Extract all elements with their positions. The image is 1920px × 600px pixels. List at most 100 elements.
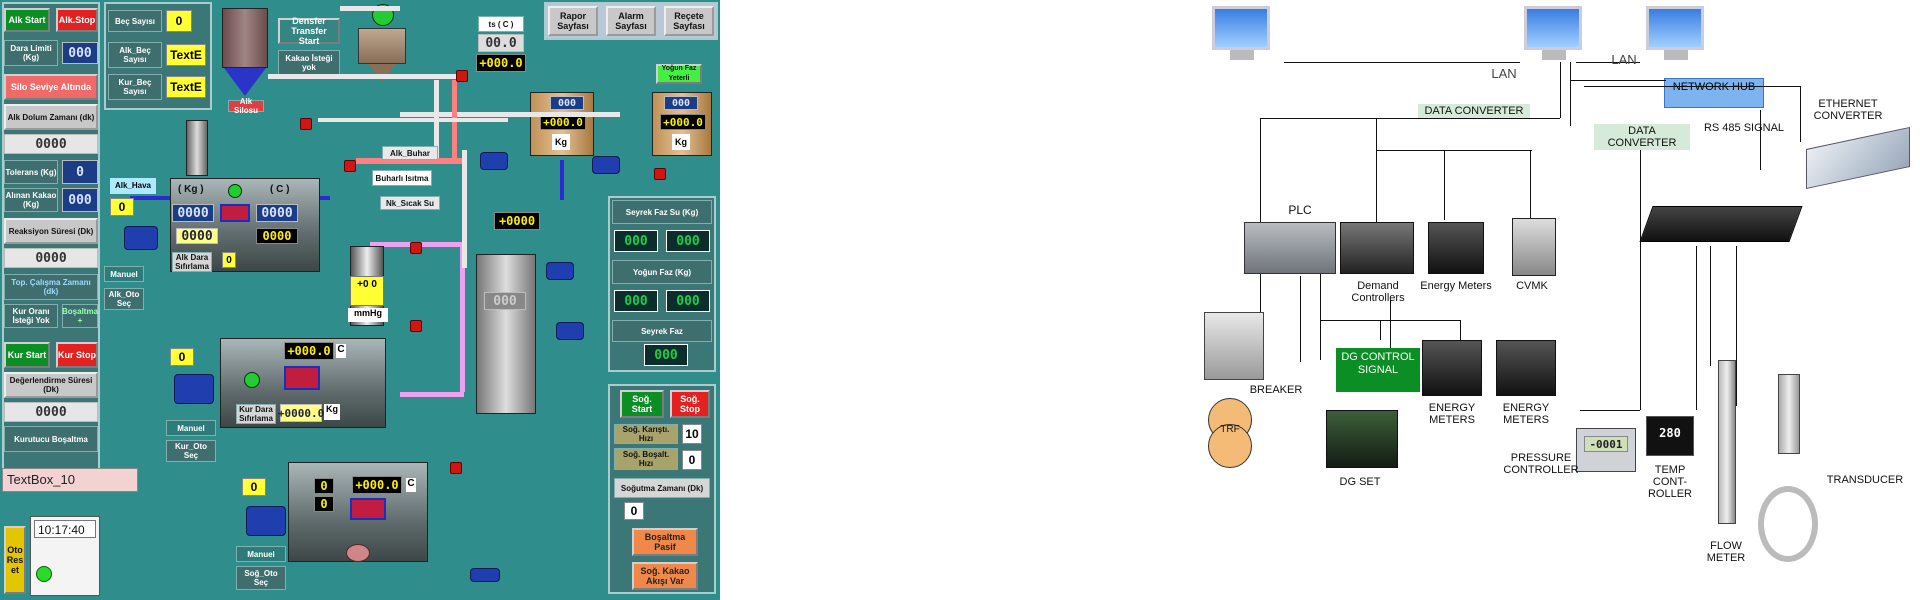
tolerans-label: Tolerans (Kg) [4,160,58,184]
rapor-sayfasi-button[interactable]: Rapor Sayfası [548,6,598,36]
kurutucu-bosaltma-button[interactable]: Kurutucu Boşaltma [4,426,98,452]
ethernet-converter-device [1806,126,1910,190]
reaksiyon-label: Reaksiyon Süresi (Dk) [4,218,98,244]
reactor-kg-label: ( Kg ) [178,184,204,195]
seyrek-su-value-a: 000 [614,230,658,252]
bosaltma-pasif-button[interactable]: Boşaltma Pasif [632,528,698,556]
wire [1584,86,1800,87]
sog-temp: +000.0 [352,476,402,494]
reactor-kg-value: 0000 [172,204,214,222]
trf-label: TRF [1220,424,1240,435]
sog-pump [246,506,286,536]
wire [1640,150,1641,410]
alarm-sayfasi-button[interactable]: Alarm Sayfası [606,6,656,36]
wire [1570,80,1666,81]
transducer-loop [1758,486,1818,562]
wire [1260,118,1560,119]
alk-oto-sec-button[interactable]: Alk_Oto Seç [104,288,144,310]
pipe [268,74,468,79]
wire [1736,246,1737,406]
recete-sayfasi-button[interactable]: Reçete Sayfası [664,6,714,36]
alk-hava-value[interactable]: 0 [110,198,134,216]
valve[interactable] [300,118,312,130]
alinan-kakao-value[interactable]: 000 [62,188,98,212]
kur-dara-value[interactable]: +0000.0 [278,404,324,422]
water-pipe [560,160,564,200]
alk-start-button[interactable]: Alk Start [4,8,50,32]
sogutma-zamani-value[interactable]: 0 [624,502,644,520]
alk-stop-button[interactable]: Alk.Stop [56,8,98,32]
kurutucu-lamp [244,372,260,388]
kur-manuel-button[interactable]: Manuel [166,420,216,436]
reactor-c-value2: 0000 [256,228,298,244]
alk-manuel-button[interactable]: Manuel [104,266,144,282]
textbox-10[interactable]: TextBox_10 [2,468,138,492]
bosaltma-indicator[interactable]: Boşaltma + [62,304,98,328]
alk-bec-value[interactable]: TextE [166,44,206,66]
sog-start-button[interactable]: Soğ. Start [620,390,664,418]
yogun-faz-value-b: 000 [666,290,710,312]
sog-bosaltma-value[interactable]: 0 [682,450,702,470]
degerlendirme-value[interactable]: 0000 [4,402,98,422]
alk-dara-value[interactable]: 0 [222,252,236,268]
yogun-faz-label: Yoğun Faz (Kg) [612,260,712,284]
pipe [462,150,467,268]
cvmk-device [1512,218,1556,276]
sog-manuel-button[interactable]: Manuel [236,546,286,562]
valve[interactable] [654,168,666,180]
alk-dolum-value[interactable]: 0000 [4,134,98,154]
mmhg-unit: mmHg [348,308,388,322]
bec-sayisi-value[interactable]: 0 [166,10,192,32]
sog-kakao-button[interactable]: Soğ. Kakao Akışı Var [632,562,698,590]
sogutma-zamani-label: Soğutma Zamanı (Dk) [614,478,710,498]
dara-limiti-value[interactable]: 000 [62,42,98,64]
tank-a-kg: Kg [552,134,570,150]
valve[interactable] [344,160,356,172]
pipe [318,118,508,122]
sog-oto-sec-button[interactable]: Soğ_Oto Seç [236,566,286,590]
valve[interactable] [410,320,422,332]
wire [1530,150,1531,220]
status-lamp [36,566,52,582]
kurutucu-value[interactable]: 0 [170,348,194,366]
lan-right-label: LAN [1611,52,1637,67]
energy-meter-top-device [1428,222,1484,274]
kakao-istegi-label: Kakao İsteği yok [278,50,340,76]
energy-meter-2-device [1496,340,1556,396]
temp-label: ts ( C ) [478,16,524,32]
silo-seviye-alarm: Silo Seviye Altında [4,74,98,100]
densfer-start-button[interactable]: Densfer Transfer Start [278,16,340,46]
oto-reset-button[interactable]: Oto Res et [4,526,26,594]
valve[interactable] [410,242,422,254]
degerlendirme-label: Değerlendirme Süresi (Dk) [4,372,98,398]
seyrek-faz-value: 000 [644,344,688,366]
kur-stop-button[interactable]: Kur Stop [56,342,98,368]
alk-dara-button[interactable]: Alk Dara Sıfırlama [172,252,212,272]
network-hub-box: NETWORK HUB [1664,78,1764,108]
separator-pump [546,262,574,280]
sog-value[interactable]: 0 [242,478,266,496]
kur-dara-button[interactable]: Kur Dara Sıfırlama [236,404,276,424]
monitor-left-icon [1212,6,1270,50]
tolerans-value[interactable]: 0 [62,160,98,184]
valve[interactable] [456,70,468,82]
sog-motor [346,544,370,562]
reaksiyon-value[interactable]: 0000 [4,248,98,268]
sog-karistirma-value[interactable]: 10 [682,424,702,444]
kurutucu-c-unit: C [336,344,346,358]
reactor-lamp [228,184,242,198]
temp-bottom-value: +000.0 [476,54,526,72]
kurutucu-pump [174,374,214,404]
ts-value: +0000 [494,212,540,230]
time-picker[interactable]: 10:17:40 [34,520,96,538]
wire [1320,274,1321,360]
sog-small-2: 0 [314,496,334,512]
dg-control-label: DG CONTROL SIGNAL [1336,348,1420,392]
kur-start-button[interactable]: Kur Start [4,342,50,368]
valve[interactable] [450,462,462,474]
sog-stop-button[interactable]: Soğ. Stop [670,390,710,418]
kur-bec-value[interactable]: TextE [166,76,206,98]
wire [1300,276,1301,362]
kur-oto-sec-button[interactable]: Kur_Oto Seç [166,440,216,462]
seyrek-su-label: Seyrek Faz Su (Kg) [612,200,712,224]
